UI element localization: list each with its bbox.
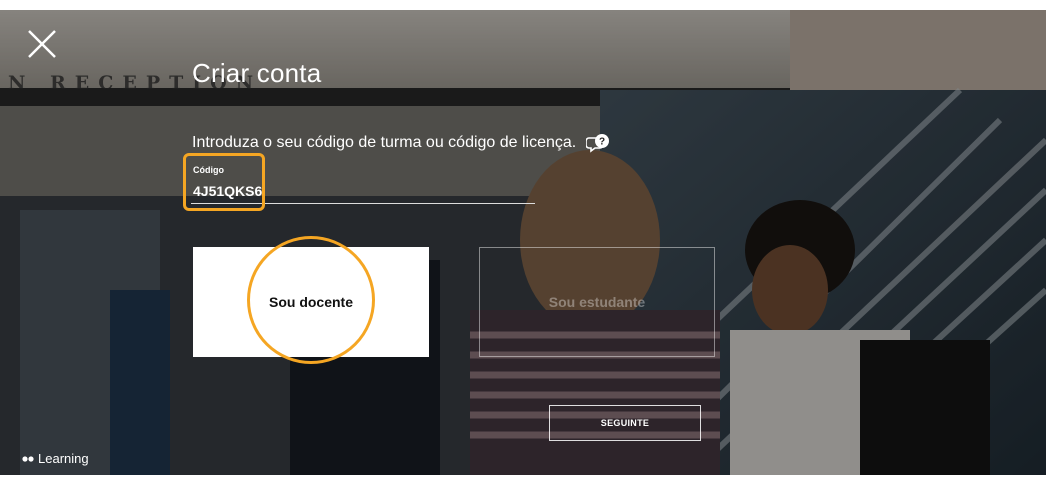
- highlight-circle: [247, 236, 375, 364]
- instruction-row: Introduza o seu código de turma ou códig…: [192, 133, 610, 153]
- highlight-rectangle: [183, 153, 265, 211]
- close-icon[interactable]: [26, 28, 58, 60]
- brand-logo: Learning: [22, 451, 89, 466]
- create-account-screen: N RECEPTION Criar conta Introduza o seu …: [0, 10, 1046, 475]
- svg-text:?: ?: [599, 137, 605, 148]
- next-button[interactable]: SEGUINTE: [549, 405, 701, 441]
- help-chat-icon[interactable]: ?: [586, 133, 610, 153]
- instruction-text: Introduza o seu código de turma ou códig…: [192, 134, 577, 151]
- next-button-label: SEGUINTE: [600, 418, 650, 428]
- brand-dots-icon: [22, 455, 34, 462]
- student-role-label: Sou estudante: [548, 294, 646, 310]
- brand-name: Learning: [38, 451, 89, 466]
- student-role-button[interactable]: Sou estudante: [479, 247, 715, 357]
- page-title: Criar conta: [192, 58, 322, 88]
